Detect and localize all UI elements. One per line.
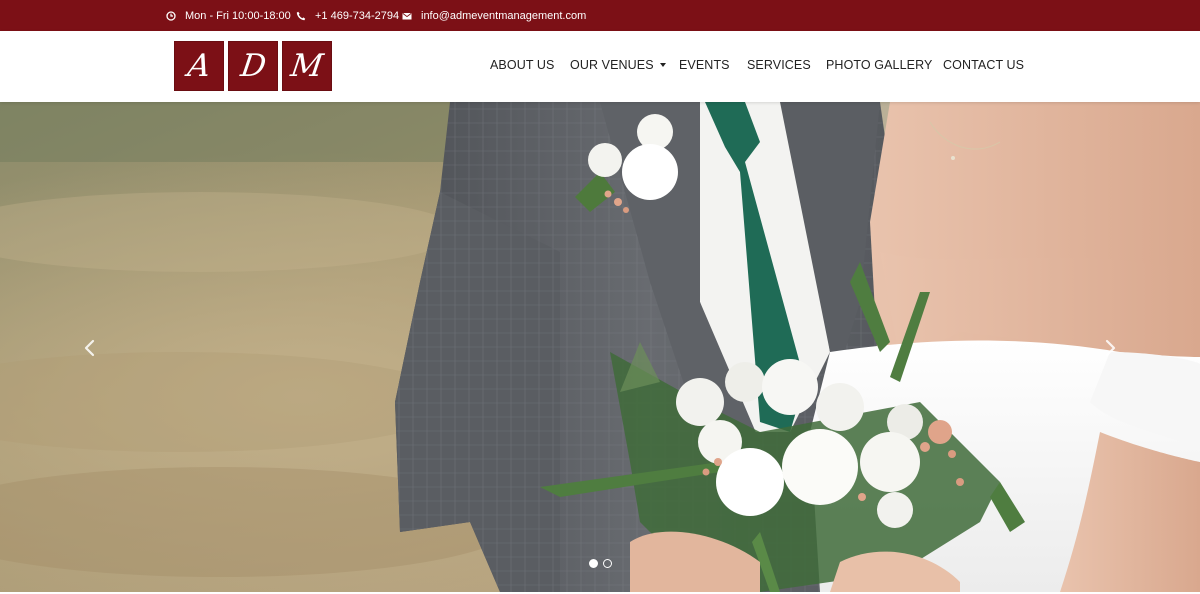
top-info-bar: Mon - Fri 10:00-18:00 +1 469-734-2794 in…	[0, 0, 1200, 31]
carousel-indicators	[589, 559, 612, 568]
site-header: A D M ABOUT US OUR VENUES EVENTS SERVICE…	[0, 31, 1200, 102]
hero-wedding-image	[0, 102, 1200, 592]
hours-info: Mon - Fri 10:00-18:00	[166, 0, 291, 31]
email-text[interactable]: info@admeventmanagement.com	[421, 10, 586, 22]
hero-slider[interactable]	[0, 102, 1200, 592]
clock-icon	[166, 10, 176, 21]
chevron-left-icon	[84, 339, 95, 357]
nav-contact-us[interactable]: CONTACT US	[943, 58, 1024, 72]
hours-text: Mon - Fri 10:00-18:00	[185, 9, 291, 22]
carousel-prev-button[interactable]	[78, 336, 102, 360]
nav-photo-gallery[interactable]: PHOTO GALLERY	[826, 58, 932, 72]
phone-info[interactable]: +1 469-734-2794	[296, 0, 399, 31]
nav-our-venues-label: OUR VENUES	[570, 58, 654, 72]
nav-our-venues[interactable]: OUR VENUES	[570, 58, 666, 72]
email-info[interactable]: info@admeventmanagement.com	[402, 0, 586, 31]
carousel-dot-2[interactable]	[603, 559, 612, 568]
carousel-dot-1[interactable]	[589, 559, 598, 568]
nav-events[interactable]: EVENTS	[679, 58, 730, 72]
phone-icon	[296, 11, 306, 21]
nav-services[interactable]: SERVICES	[747, 58, 811, 72]
carousel-next-button[interactable]	[1098, 336, 1122, 360]
chevron-right-icon	[1105, 339, 1116, 357]
phone-text[interactable]: +1 469-734-2794	[315, 10, 399, 22]
caret-down-icon	[659, 63, 666, 67]
main-nav: ABOUT US OUR VENUES EVENTS SERVICES PHOT…	[0, 31, 1200, 102]
envelope-icon	[402, 11, 412, 21]
nav-about-us[interactable]: ABOUT US	[490, 58, 554, 72]
